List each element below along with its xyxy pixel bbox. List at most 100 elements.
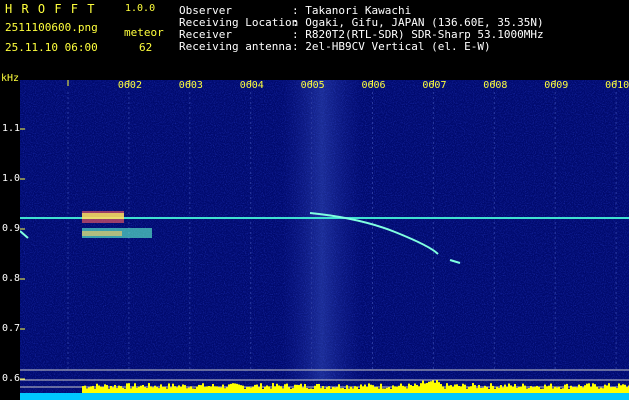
power-bar [96, 383, 98, 393]
power-bar [626, 387, 628, 393]
power-bar [434, 382, 436, 393]
power-bar [588, 383, 590, 393]
power-bar [122, 387, 124, 393]
power-bar [292, 388, 294, 393]
power-bar [564, 384, 566, 393]
power-bar [436, 380, 438, 393]
power-bar [582, 387, 584, 393]
power-bar [568, 388, 570, 393]
power-bar [606, 385, 608, 393]
power-bar [570, 385, 572, 393]
power-bar [212, 383, 214, 393]
power-bar [450, 385, 452, 393]
power-bar [188, 387, 190, 393]
power-bar [146, 387, 148, 393]
power-bar [454, 384, 456, 393]
power-bar [604, 384, 606, 393]
power-bar [380, 383, 382, 393]
power-bar [384, 388, 386, 393]
power-bar [104, 384, 106, 393]
power-bar [468, 386, 470, 393]
power-bar [598, 388, 600, 393]
power-bar [284, 384, 286, 393]
power-bar [222, 384, 224, 393]
power-bar [396, 386, 398, 393]
power-bar [290, 388, 292, 393]
power-bar [102, 387, 104, 393]
power-bar [176, 387, 178, 393]
power-bar [392, 385, 394, 393]
header: H R O F F T 1.0.0 2511100600.png meteor … [0, 0, 629, 91]
power-bar [260, 383, 262, 393]
x-tick-label: 0607 [422, 80, 447, 91]
power-bar [200, 385, 202, 393]
power-bar [386, 387, 388, 393]
power-bar [246, 387, 248, 393]
power-bar [280, 386, 282, 393]
power-bar [554, 386, 556, 393]
power-bar [108, 388, 110, 393]
power-bar [118, 385, 120, 393]
x-tick-label: 0606 [361, 80, 386, 91]
power-bar [250, 387, 252, 393]
power-bar [370, 384, 372, 393]
receiver-value: : R820T2(RTL-SDR) SDR-Sharp 53.1000MHz [292, 28, 544, 41]
power-bar [502, 387, 504, 393]
power-bar [526, 388, 528, 393]
power-bar [252, 386, 254, 393]
power-bar [534, 386, 536, 393]
power-bar [270, 388, 272, 393]
power-bar [316, 384, 318, 393]
power-bar [236, 383, 238, 393]
power-bar [258, 387, 260, 393]
power-bar [472, 383, 474, 393]
power-bar [622, 384, 624, 393]
power-bar [580, 386, 582, 393]
power-bar [262, 388, 264, 393]
power-bar [90, 386, 92, 393]
location-value: : Ogaki, Gifu, JAPAN (136.60E, 35.35N) [292, 16, 544, 29]
y-tick-label: 0.9 [2, 223, 21, 234]
power-bar [300, 383, 302, 393]
power-bar [458, 385, 460, 393]
power-bar [544, 384, 546, 393]
power-bar [106, 385, 108, 393]
power-bar [424, 383, 426, 393]
power-bar [266, 385, 268, 393]
location-label: Receiving Location [179, 16, 299, 29]
power-bar [572, 387, 574, 393]
power-bar [192, 388, 194, 393]
power-bar [238, 384, 240, 393]
power-bar [506, 387, 508, 393]
power-bar [312, 388, 314, 393]
power-bar [288, 387, 290, 393]
power-bar [248, 386, 250, 393]
power-bar [110, 386, 112, 393]
power-bar [306, 387, 308, 393]
power-bar [294, 384, 296, 393]
power-bar [208, 386, 210, 393]
power-bar [82, 386, 84, 393]
power-bar [210, 386, 212, 393]
power-bar [482, 387, 484, 393]
date-time: 25.11.10 06:00 [5, 41, 98, 54]
power-bar [332, 386, 334, 393]
power-bar [616, 388, 618, 393]
power-bar [532, 387, 534, 393]
power-bar [268, 386, 270, 393]
power-bar [334, 387, 336, 393]
power-bar [84, 385, 86, 393]
power-bar [338, 384, 340, 393]
power-bar [528, 388, 530, 393]
power-bar [128, 383, 130, 393]
power-bar [164, 386, 166, 393]
power-bar [510, 385, 512, 393]
y-tick-label: 0.7 [2, 323, 21, 334]
power-bar [276, 383, 278, 393]
power-bar [602, 388, 604, 393]
power-bar [204, 387, 206, 393]
power-bar [566, 383, 568, 393]
power-bar [418, 386, 420, 393]
power-bar [264, 386, 266, 393]
power-bar [218, 387, 220, 393]
